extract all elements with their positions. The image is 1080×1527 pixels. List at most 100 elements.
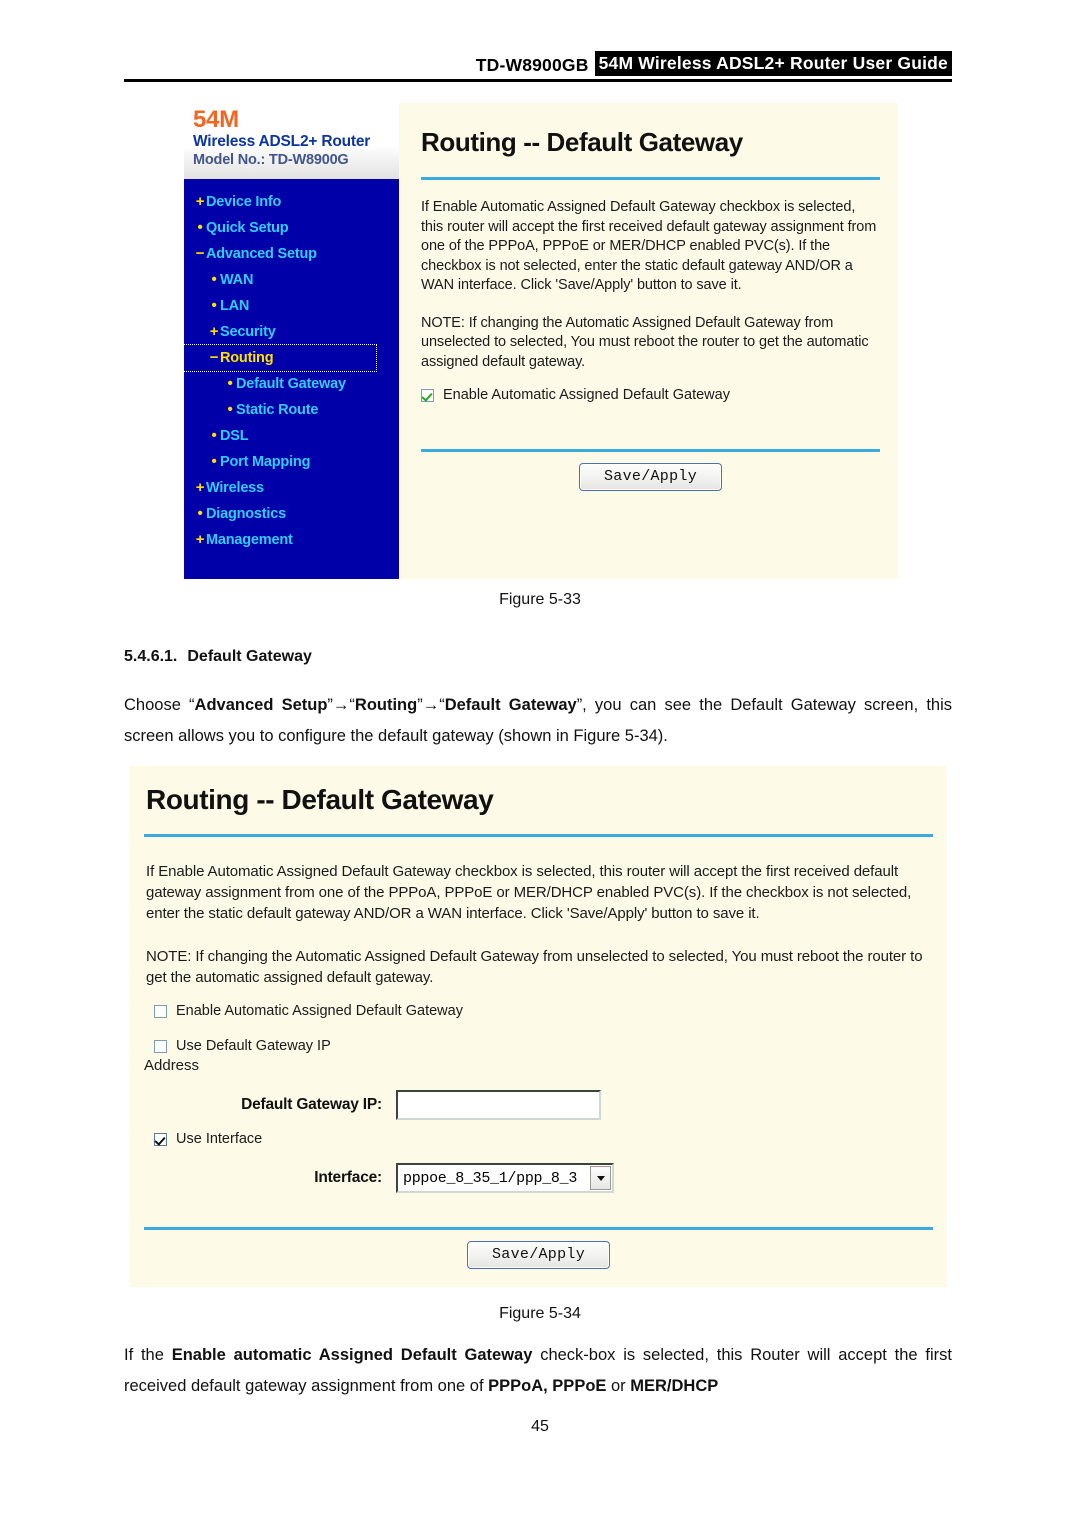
sidebar-item-label: Advanced Setup	[206, 246, 317, 262]
panel-title: Routing -- Default Gateway	[421, 127, 743, 157]
header-guide-title: 54M Wireless ADSL2+ Router User Guide	[594, 51, 952, 76]
fig34-use-gateway-ip-label: Use Default Gateway IP	[176, 1038, 331, 1054]
sidebar-item-port-mapping[interactable]: • Port Mapping	[184, 449, 399, 475]
sidebar-item-quick-setup[interactable]: • Quick Setup	[184, 215, 399, 241]
fig34-interface-row: Interface: pppoe_8_35_1/ppp_8_3	[144, 1163, 933, 1193]
closing-text-3: or	[606, 1377, 631, 1395]
sidebar-item-label: Default Gateway	[236, 376, 346, 392]
sidebar-item-label: Static Route	[236, 402, 319, 418]
logo-product-label: Wireless ADSL2+ Router	[193, 133, 371, 150]
bullet-icon[interactable]: •	[208, 449, 220, 475]
panel-note: NOTE: If changing the Automatic Assigned…	[421, 314, 869, 370]
sidebar-nav: + Device Info • Quick Setup − Advanced Setup •…	[183, 179, 399, 553]
fig34-save-button-row: Save/Apply	[144, 1241, 933, 1269]
router-logo: 54M Wireless ADSL2+ Router Model No.: TD…	[184, 103, 399, 179]
closing-paragraph: If the Enable automatic Assigned Default…	[124, 1340, 952, 1402]
sidebar-item-security[interactable]: + Security	[184, 319, 399, 345]
intro-bold-routing: Routing	[354, 696, 418, 714]
fig34-interface-label: Interface:	[314, 1169, 382, 1186]
fig34-enable-auto-gateway-row[interactable]: Enable Automatic Assigned Default Gatewa…	[144, 1002, 933, 1021]
sidebar-item-wan[interactable]: • WAN	[184, 267, 399, 293]
intro-text-2: ”→“	[327, 696, 355, 714]
fig34-panel-title: Routing -- Default Gateway	[146, 784, 494, 815]
collapse-icon[interactable]: −	[194, 241, 206, 267]
fig34-description: If Enable Automatic Assigned Default Gat…	[146, 863, 912, 922]
fig34-enable-auto-gateway-label: Enable Automatic Assigned Default Gatewa…	[176, 1003, 463, 1019]
section-number: 5.4.6.1.	[124, 648, 178, 665]
collapse-icon[interactable]: −	[208, 345, 220, 371]
fig34-gateway-ip-row: Default Gateway IP:	[144, 1090, 933, 1120]
header-title-line: TD-W8900GB 54M Wireless ADSL2+ Router Use…	[124, 51, 952, 76]
sidebar-item-label: Diagnostics	[206, 506, 286, 522]
header-model: TD-W8900GB	[475, 55, 589, 75]
fig34-use-interface-label: Use Interface	[176, 1131, 263, 1147]
intro-bold-default-gateway: Default Gateway	[444, 696, 577, 714]
fig34-interface-select-value: pppoe_8_35_1/ppp_8_3	[403, 1169, 578, 1187]
enable-auto-gateway-label: Enable Automatic Assigned Default Gatewa…	[443, 387, 730, 403]
expand-icon[interactable]: +	[194, 189, 206, 215]
panel-description: If Enable Automatic Assigned Default Gat…	[421, 199, 877, 293]
expand-icon[interactable]: +	[194, 475, 206, 501]
fig34-use-gateway-ip-checkbox[interactable]	[154, 1040, 167, 1053]
enable-auto-gateway-checkbox[interactable]	[421, 389, 434, 402]
intro-bold-advanced-setup: Advanced Setup	[194, 696, 328, 714]
expand-icon[interactable]: +	[208, 319, 220, 345]
fig34-interface-select[interactable]: pppoe_8_35_1/ppp_8_3	[396, 1163, 614, 1193]
sidebar-item-label: Routing	[220, 350, 274, 366]
enable-auto-gateway-row[interactable]: Enable Automatic Assigned Default Gatewa…	[421, 386, 880, 405]
bullet-icon[interactable]: •	[208, 423, 220, 449]
fig34-use-gateway-ip-row[interactable]: Use Default Gateway IP	[144, 1037, 933, 1056]
chevron-down-icon[interactable]	[590, 1166, 611, 1190]
bullet-icon[interactable]: •	[194, 501, 206, 527]
fig34-gateway-ip-label: Default Gateway IP:	[241, 1096, 382, 1113]
save-apply-button[interactable]: Save/Apply	[578, 463, 722, 491]
fig34-enable-auto-gateway-checkbox[interactable]	[154, 1005, 167, 1018]
sidebar-item-label: WAN	[220, 272, 254, 288]
sidebar-item-static-route[interactable]: • Static Route	[184, 397, 399, 423]
sidebar-item-advanced-setup[interactable]: − Advanced Setup	[184, 241, 399, 267]
fig34-address-word: Address	[144, 1057, 200, 1074]
footer-divider	[421, 449, 880, 452]
sidebar-item-label: Management	[206, 532, 293, 548]
bullet-icon[interactable]: •	[208, 267, 220, 293]
sidebar-item-label: Quick Setup	[206, 220, 289, 236]
sidebar-item-wireless[interactable]: + Wireless	[184, 475, 399, 501]
bullet-icon[interactable]: •	[224, 397, 236, 423]
sidebar-item-management[interactable]: + Management	[184, 527, 399, 553]
sidebar-item-label: Wireless	[206, 480, 264, 496]
logo-model-label: Model No.: TD-W8900G	[193, 152, 349, 168]
bullet-icon[interactable]: •	[208, 293, 220, 319]
logo-speed-label: 54M	[193, 106, 239, 133]
sidebar-item-label: Device Info	[206, 194, 282, 210]
save-button-row: Save/Apply	[421, 463, 880, 491]
sidebar-item-diagnostics[interactable]: • Diagnostics	[184, 501, 399, 527]
closing-bold-pppoa-pppoe: PPPoA, PPPoE	[488, 1377, 607, 1395]
sidebar-item-label: LAN	[220, 298, 250, 314]
bullet-icon[interactable]: •	[194, 215, 206, 241]
sidebar-item-dsl[interactable]: • DSL	[184, 423, 399, 449]
intro-paragraph: Choose “Advanced Setup”→“Routing”→“Defau…	[124, 690, 952, 752]
sidebar-item-default-gateway[interactable]: • Default Gateway	[184, 371, 399, 397]
figure-5-33-screenshot: 54M Wireless ADSL2+ Router Model No.: TD…	[183, 103, 898, 579]
closing-bold-mer-dhcp: MER/DHCP	[630, 1377, 719, 1395]
sidebar-item-routing[interactable]: − Routing	[183, 344, 377, 372]
fig34-gateway-ip-input[interactable]	[396, 1090, 601, 1120]
sidebar-item-device-info[interactable]: + Device Info	[184, 189, 399, 215]
header-divider	[124, 79, 952, 82]
figure-5-33-caption: Figure 5-33	[499, 591, 581, 608]
fig34-footer-divider	[144, 1227, 933, 1230]
sidebar-item-label: Port Mapping	[220, 454, 311, 470]
router-content-panel: Routing -- Default Gateway If Enable Aut…	[399, 103, 898, 579]
fig34-save-apply-button[interactable]: Save/Apply	[466, 1241, 610, 1269]
section-heading: 5.4.6.1. Default Gateway	[124, 648, 312, 666]
fig34-use-interface-row[interactable]: Use Interface	[144, 1130, 933, 1149]
fig34-note: NOTE: If changing the Automatic Assigned…	[146, 948, 923, 986]
bullet-icon[interactable]: •	[224, 371, 236, 397]
section-title: Default Gateway	[187, 648, 312, 665]
router-sidebar: 54M Wireless ADSL2+ Router Model No.: TD…	[183, 103, 399, 579]
figure-5-34-caption: Figure 5-34	[499, 1305, 581, 1322]
sidebar-item-lan[interactable]: • LAN	[184, 293, 399, 319]
sidebar-item-label: DSL	[220, 428, 249, 444]
expand-icon[interactable]: +	[194, 527, 206, 553]
fig34-use-interface-checkbox[interactable]	[154, 1133, 167, 1146]
